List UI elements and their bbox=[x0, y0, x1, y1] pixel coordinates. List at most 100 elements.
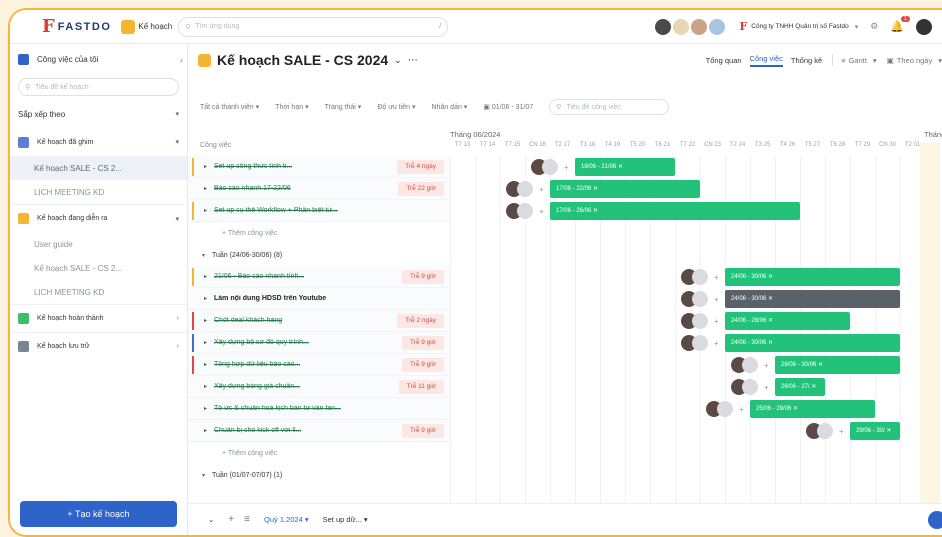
add-plan-button[interactable]: + Tạo kế hoạch bbox=[20, 501, 177, 527]
tab-stats[interactable]: Thống kê bbox=[791, 56, 822, 65]
chevron-down-icon[interactable]: ▾ bbox=[855, 23, 859, 31]
task-row[interactable]: ▸ Báo cáo nhanh 17-22/06 Trễ 22 giờ bbox=[188, 178, 450, 200]
expand-icon[interactable]: ▸ bbox=[204, 339, 214, 346]
quarter-tab[interactable]: Quý 1.2024 ▾ bbox=[264, 515, 309, 524]
gantt-bar[interactable]: 26/06 - 27/ ✕ bbox=[775, 378, 825, 396]
expand-icon[interactable]: ▸ bbox=[204, 361, 214, 368]
my-work-item[interactable]: Công việc của tôi bbox=[10, 44, 187, 74]
task-row[interactable]: ▸ Làm nội dung HDSD trên Youtube bbox=[188, 288, 450, 310]
task-row[interactable]: ▸ Xây dựng bộ sơ đồ quy trình... Trễ 9 giờ bbox=[188, 332, 450, 354]
task-name[interactable]: 21/06 - Báo cáo nhanh tình... bbox=[214, 273, 304, 280]
task-name[interactable]: Chốt deal khách hàng bbox=[214, 317, 282, 324]
assignee-avatars[interactable]: + bbox=[681, 291, 719, 307]
task-name[interactable]: Xây dựng bảng giá chuẩn... bbox=[214, 383, 300, 390]
assignee-avatars[interactable]: + bbox=[731, 379, 769, 395]
task-name[interactable]: Làm nội dung HDSD trên Youtube bbox=[214, 295, 326, 302]
view-select[interactable]: Gantt bbox=[849, 56, 867, 65]
chevron-down-icon[interactable]: ⌄ bbox=[394, 55, 402, 66]
notification-bell-icon[interactable]: 🔔 1 bbox=[890, 16, 910, 33]
assignee-avatars[interactable]: + bbox=[706, 401, 744, 417]
task-name[interactable]: Set up cụ thể Workflow + Phân biệt từ... bbox=[214, 207, 338, 214]
add-icon[interactable]: + bbox=[228, 514, 234, 525]
task-name[interactable]: Tổ ức & chuẩn hoá kịch bản tư vấn fan... bbox=[214, 405, 341, 412]
expand-icon[interactable]: ▸ bbox=[204, 273, 214, 280]
expand-icon[interactable]: ▸ bbox=[204, 405, 214, 412]
expand-icon[interactable]: ▸ bbox=[204, 317, 214, 324]
assignee-avatars[interactable]: + bbox=[731, 357, 769, 373]
filter-priority[interactable]: Độ ưu tiên ▾ bbox=[377, 103, 415, 111]
expand-icon[interactable]: ▸ bbox=[204, 295, 214, 302]
chevron-down-icon[interactable]: ▾ bbox=[938, 56, 942, 65]
task-row[interactable]: ▸ 21/06 - Báo cáo nhanh tình... Trễ 9 giờ bbox=[188, 266, 450, 288]
collapse-sidebar-icon[interactable]: ‹ bbox=[180, 55, 183, 65]
user-avatar[interactable] bbox=[655, 18, 672, 35]
task-row[interactable]: ▸ Set up công thức tính ti... Trễ 4 ngày bbox=[188, 156, 450, 178]
chevron-down-icon[interactable]: ▾ bbox=[873, 56, 877, 65]
help-button[interactable] bbox=[928, 511, 942, 529]
scale-select[interactable]: Theo ngày bbox=[897, 56, 932, 65]
task-name[interactable]: Xây dựng bộ sơ đồ quy trình... bbox=[214, 339, 309, 346]
tab-overview[interactable]: Tổng quan bbox=[706, 56, 742, 65]
task-row[interactable]: ▸ Chốt deal khách hàng Trễ 2 ngày bbox=[188, 310, 450, 332]
plan-group-header[interactable]: Kế hoạch đã ghim ▾ bbox=[10, 128, 187, 156]
apps-grid-icon[interactable] bbox=[22, 21, 34, 33]
gantt-bar[interactable]: 24/06 - 30/06 ✕ bbox=[725, 334, 900, 352]
user-avatar[interactable] bbox=[673, 18, 690, 35]
user-avatar[interactable] bbox=[691, 18, 708, 35]
expand-icon[interactable]: ▸ bbox=[204, 207, 214, 214]
gear-icon[interactable]: ⚙ bbox=[870, 21, 878, 32]
plan-item[interactable]: LỊCH MEETING KD bbox=[10, 180, 187, 204]
gantt-bar[interactable]: 18/06 - 21/06 ✕ bbox=[575, 158, 675, 176]
task-row[interactable]: ▸ Xây dựng bảng giá chuẩn... Trễ 11 giờ bbox=[188, 376, 450, 398]
filter-members[interactable]: Tất cả thành viên ▾ bbox=[200, 103, 259, 111]
assignee-avatars[interactable]: + bbox=[681, 335, 719, 351]
filter-label[interactable]: Nhãn dán ▾ bbox=[432, 103, 468, 111]
add-task-link[interactable]: + Thêm công việc bbox=[188, 442, 450, 464]
expand-icon[interactable]: ▸ bbox=[204, 383, 214, 390]
task-name[interactable]: Set up công thức tính ti... bbox=[214, 163, 292, 170]
gantt-bar[interactable]: 24/06 - 30/06 ✕ bbox=[725, 290, 900, 308]
gantt-bar[interactable]: 17/06 - 22/06 ✕ bbox=[550, 180, 700, 198]
app-search-input[interactable]: ⚲ Tìm ứng dụng / bbox=[178, 16, 449, 37]
expand-icon[interactable]: ▸ bbox=[204, 185, 214, 192]
date-range-picker[interactable]: ▣ 01/06 - 31/07 bbox=[483, 103, 533, 111]
plan-search-input[interactable]: ⚲ Tiêu đề kế hoạch bbox=[18, 78, 179, 96]
plan-item[interactable]: Kế hoạch SALE - CS 2... bbox=[10, 156, 187, 180]
filter-deadline[interactable]: Thời hạn ▾ bbox=[275, 103, 308, 111]
user-avatar[interactable] bbox=[709, 18, 726, 35]
plan-item[interactable]: Kế hoạch SALE - CS 2... bbox=[10, 256, 187, 280]
gantt-bar[interactable]: 24/06 - 30/06 ✕ bbox=[725, 268, 900, 286]
assignee-avatars[interactable]: + bbox=[531, 159, 569, 175]
task-row[interactable]: ▸ Chuẩn bị cho kick off với ll... Trễ 9 gi… bbox=[188, 420, 450, 442]
gantt-bar[interactable]: 29/06 - 30/ ✕ bbox=[850, 422, 900, 440]
task-row[interactable]: ▸ Set up cụ thể Workflow + Phân biệt từ..… bbox=[188, 200, 450, 222]
company-name[interactable]: Công ty TNHH Quản trị số Fastdo bbox=[751, 23, 848, 30]
add-task-link[interactable]: + Thêm công việc bbox=[188, 222, 450, 244]
expand-icon[interactable]: ▸ bbox=[204, 427, 214, 434]
filter-status[interactable]: Trạng thái ▾ bbox=[325, 103, 362, 111]
assignee-avatars[interactable]: + bbox=[506, 203, 544, 219]
task-name[interactable]: Báo cáo nhanh 17-22/06 bbox=[214, 185, 291, 192]
sort-by-select[interactable]: Sắp xếp theo ▾ bbox=[10, 100, 187, 128]
setup-tab[interactable]: Set up dữ... ▾ bbox=[323, 515, 368, 524]
plan-item[interactable]: User guide bbox=[10, 232, 187, 256]
task-name[interactable]: Tổng hợp dữ liệu báo cáo... bbox=[214, 361, 300, 368]
gantt-bar[interactable]: 24/06 - 28/06 ✕ bbox=[725, 312, 850, 330]
plan-group-header[interactable]: Kế hoạch hoàn thành › bbox=[10, 304, 187, 332]
week-group-header[interactable]: ▾ Tuần (24/06-30/06) (8) bbox=[188, 244, 450, 266]
tab-tasks[interactable]: Công việc bbox=[749, 54, 783, 67]
menu-icon[interactable]: ≡ bbox=[244, 514, 250, 525]
plan-group-header[interactable]: Kế hoạch đang diễn ra ▾ bbox=[10, 204, 187, 232]
chevron-down-icon[interactable]: ⌄ bbox=[208, 515, 214, 524]
account-avatar[interactable] bbox=[916, 18, 932, 35]
plan-item[interactable]: LỊCH MEETING KD bbox=[10, 280, 187, 304]
assignee-avatars[interactable]: + bbox=[681, 269, 719, 285]
task-row[interactable]: ▸ Tổ ức & chuẩn hoá kịch bản tư vấn fan..… bbox=[188, 398, 450, 420]
plan-title[interactable]: Kế hoạch SALE - CS 2024 bbox=[217, 52, 388, 68]
assignee-avatars[interactable]: + bbox=[506, 181, 544, 197]
task-row[interactable]: ▸ Tổng hợp dữ liệu báo cáo... Trễ 9 giờ bbox=[188, 354, 450, 376]
more-icon[interactable]: ⋯ bbox=[408, 55, 418, 66]
module-label[interactable]: Kế hoạch bbox=[138, 22, 172, 31]
plan-group-header[interactable]: Kế hoạch lưu trữ › bbox=[10, 332, 187, 360]
assignee-avatars[interactable]: + bbox=[681, 313, 719, 329]
